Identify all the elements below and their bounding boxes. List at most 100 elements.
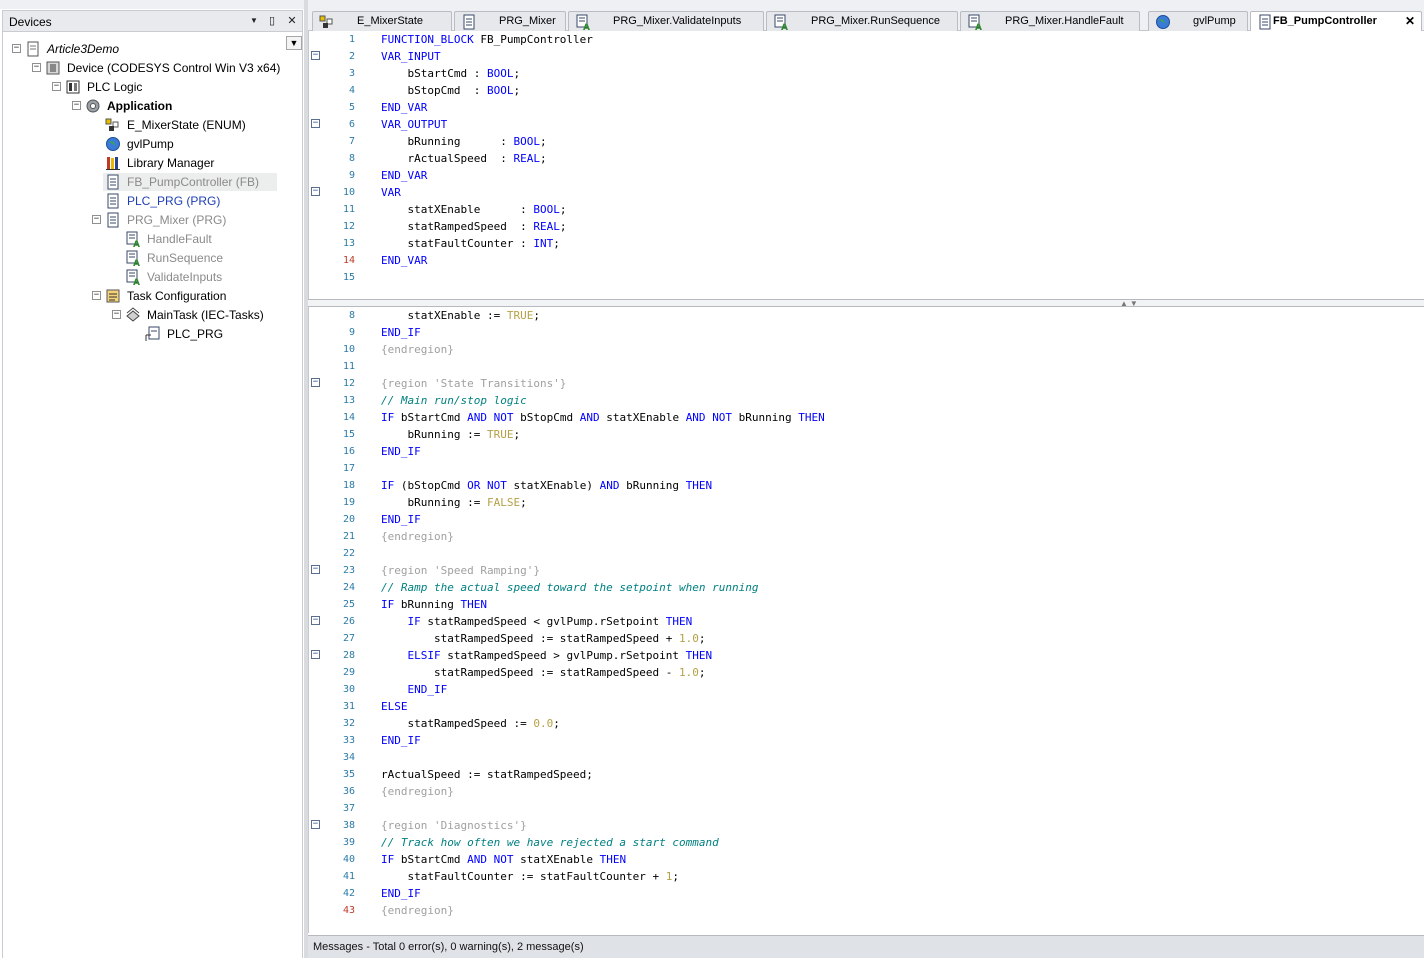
tree-node-plc-prg-prg[interactable]: PLC_PRG (PRG): [3, 192, 303, 210]
fold-toggle-icon[interactable]: −: [311, 378, 320, 387]
code-line[interactable]: 3 bStartCmd : BOOL;: [309, 65, 1424, 82]
fold-toggle-icon[interactable]: −: [311, 565, 320, 574]
implementation-editor[interactable]: 8 statXEnable := TRUE; 9 END_IF 10 {endregio…: [308, 307, 1424, 933]
tree-node-device-codesys-control-win-v3-x64[interactable]: − Device (CODESYS Control Win V3 x64): [3, 59, 303, 77]
code-line[interactable]: 42 END_IF: [309, 885, 1424, 902]
tree-node-e-mixerstate-enum[interactable]: E_MixerState (ENUM): [3, 116, 303, 134]
code-line[interactable]: 13 statFaultCounter : INT;: [309, 235, 1424, 252]
code-line[interactable]: 33 END_IF: [309, 732, 1424, 749]
fold-toggle-icon[interactable]: −: [311, 616, 320, 625]
code-line[interactable]: 1 FUNCTION_BLOCK FB_PumpController: [309, 31, 1424, 48]
code-line[interactable]: 31 ELSE: [309, 698, 1424, 715]
tab-gvlpump[interactable]: gvlPump: [1148, 11, 1248, 31]
code-line[interactable]: 15: [309, 269, 1424, 286]
messages-bar[interactable]: Messages - Total 0 error(s), 0 warning(s…: [308, 935, 1424, 958]
fold-toggle-icon[interactable]: −: [311, 650, 320, 659]
tab-fb-pumpcontroller[interactable]: FB_PumpController ✕: [1250, 11, 1422, 32]
tab-e-mixerstate[interactable]: E_MixerState: [312, 11, 452, 31]
tab-prg-mixer-handlefault[interactable]: A PRG_Mixer.HandleFault: [960, 11, 1140, 33]
editor-horizontal-splitter[interactable]: ▲▼: [308, 299, 1424, 308]
code-line[interactable]: 10 {endregion}: [309, 341, 1424, 358]
tree-node-application[interactable]: − Application: [3, 97, 303, 115]
code-line[interactable]: 20 END_IF: [309, 511, 1424, 528]
code-line[interactable]: 30 END_IF: [309, 681, 1424, 698]
code-line[interactable]: 8 statXEnable := TRUE;: [309, 307, 1424, 324]
tree-node-fb-pumpcontroller-fb[interactable]: FB_PumpController (FB): [103, 173, 277, 191]
code-line[interactable]: 37: [309, 800, 1424, 817]
code-line[interactable]: 16 END_IF: [309, 443, 1424, 460]
code-line[interactable]: 9 END_VAR: [309, 167, 1424, 184]
code-line[interactable]: 17: [309, 460, 1424, 477]
code-line[interactable]: 22: [309, 545, 1424, 562]
fold-toggle-icon[interactable]: −: [311, 820, 320, 829]
code-line[interactable]: − 12 {region 'State Transitions'}: [309, 375, 1424, 392]
code-line[interactable]: 11: [309, 358, 1424, 375]
code-line[interactable]: 39 // Track how often we have rejected a …: [309, 834, 1424, 851]
code-line[interactable]: 15 bRunning := TRUE;: [309, 426, 1424, 443]
tree-node-article3demo[interactable]: − Article3Demo: [3, 40, 303, 58]
code-line[interactable]: 8 rActualSpeed : REAL;: [309, 150, 1424, 167]
code-line[interactable]: 27 statRampedSpeed := statRampedSpeed + …: [309, 630, 1424, 647]
tab-prg-mixer-runsequence[interactable]: A PRG_Mixer.RunSequence: [766, 11, 958, 33]
code-line[interactable]: 24 // Ramp the actual speed toward the se…: [309, 579, 1424, 596]
collapse-toggle-icon[interactable]: −: [92, 215, 101, 224]
tree-node-prg-mixer-prg[interactable]: − PRG_Mixer (PRG): [3, 211, 303, 229]
code-line[interactable]: 36 {endregion}: [309, 783, 1424, 800]
fold-toggle-icon[interactable]: −: [311, 187, 320, 196]
fold-toggle-icon[interactable]: −: [311, 119, 320, 128]
code-line[interactable]: 21 {endregion}: [309, 528, 1424, 545]
collapse-toggle-icon[interactable]: −: [112, 310, 121, 319]
code-line[interactable]: − 23 {region 'Speed Ramping'}: [309, 562, 1424, 579]
code-line[interactable]: 4 bStopCmd : BOOL;: [309, 82, 1424, 99]
code-line[interactable]: − 10 VAR: [309, 184, 1424, 201]
code-line[interactable]: 12 statRampedSpeed : REAL;: [309, 218, 1424, 235]
code-line[interactable]: 43 {endregion}: [309, 902, 1424, 919]
tree-node-library-manager[interactable]: Library Manager: [3, 154, 303, 172]
code-line[interactable]: 11 statXEnable : BOOL;: [309, 201, 1424, 218]
window-position-dropdown-icon[interactable]: ▼: [247, 14, 261, 28]
code-line[interactable]: 14 END_VAR: [309, 252, 1424, 269]
code-line[interactable]: − 26 IF statRampedSpeed < gvlPump.rSetpoi…: [309, 613, 1424, 630]
declaration-editor[interactable]: 1 FUNCTION_BLOCK FB_PumpController − 2 VAR_I…: [308, 31, 1424, 299]
collapse-toggle-icon[interactable]: −: [72, 101, 81, 110]
tree-node-task-configuration[interactable]: − Task Configuration: [3, 287, 303, 305]
tab-prg-mixer[interactable]: PRG_Mixer: [454, 11, 566, 31]
collapse-toggle-icon[interactable]: −: [92, 291, 101, 300]
tree-node-plc-prg[interactable]: PLC_PRG: [3, 325, 303, 343]
tree-node-handlefault[interactable]: A HandleFault: [3, 230, 303, 250]
code-line[interactable]: − 28 ELSIF statRampedSpeed > gvlPump.rSet…: [309, 647, 1424, 664]
code-line[interactable]: 34: [309, 749, 1424, 766]
code-line[interactable]: 32 statRampedSpeed := 0.0;: [309, 715, 1424, 732]
code-line[interactable]: 40 IF bStartCmd AND NOT statXEnable THEN: [309, 851, 1424, 868]
code-line[interactable]: 25 IF bRunning THEN: [309, 596, 1424, 613]
code-line[interactable]: 13 // Main run/stop logic: [309, 392, 1424, 409]
close-tab-icon[interactable]: ✕: [1405, 14, 1415, 28]
tab-prg-mixer-validateinputs[interactable]: A PRG_Mixer.ValidateInputs: [568, 11, 764, 33]
code-line[interactable]: − 2 VAR_INPUT: [309, 48, 1424, 65]
code-line[interactable]: 29 statRampedSpeed := statRampedSpeed - …: [309, 664, 1424, 681]
tree-node-runsequence[interactable]: A RunSequence: [3, 249, 303, 269]
close-devices-icon[interactable]: ✕: [285, 14, 299, 28]
code-line[interactable]: − 38 {region 'Diagnostics'}: [309, 817, 1424, 834]
collapse-toggle-icon[interactable]: −: [32, 63, 41, 72]
code-line[interactable]: 9 END_IF: [309, 324, 1424, 341]
pin-icon[interactable]: ▯: [265, 14, 279, 28]
code-line[interactable]: 41 statFaultCounter := statFaultCounter …: [309, 868, 1424, 885]
tree-node-plc-logic[interactable]: − PLC Logic: [3, 78, 303, 96]
code-line[interactable]: 14 IF bStartCmd AND NOT bStopCmd AND stat…: [309, 409, 1424, 426]
tree-node-validateinputs[interactable]: A ValidateInputs: [3, 268, 303, 288]
code-line[interactable]: − 6 VAR_OUTPUT: [309, 116, 1424, 133]
tree-node-maintask-iec-tasks[interactable]: − MainTask (IEC-Tasks): [3, 306, 303, 324]
tree-node-label: Device (CODESYS Control Win V3 x64): [67, 61, 281, 75]
code-line[interactable]: 35 rActualSpeed := statRampedSpeed;: [309, 766, 1424, 783]
code-line[interactable]: 18 IF (bStopCmd OR NOT statXEnable) AND b…: [309, 477, 1424, 494]
line-number: 43: [342, 905, 355, 916]
code-line[interactable]: 5 END_VAR: [309, 99, 1424, 116]
collapse-toggle-icon[interactable]: −: [52, 82, 61, 91]
tree-node-gvlpump[interactable]: gvlPump: [3, 135, 303, 153]
code-line[interactable]: 7 bRunning : BOOL;: [309, 133, 1424, 150]
code-line[interactable]: 19 bRunning := FALSE;: [309, 494, 1424, 511]
project-dropdown-button[interactable]: ▼: [286, 36, 302, 50]
fold-toggle-icon[interactable]: −: [311, 51, 320, 60]
collapse-toggle-icon[interactable]: −: [12, 44, 21, 53]
